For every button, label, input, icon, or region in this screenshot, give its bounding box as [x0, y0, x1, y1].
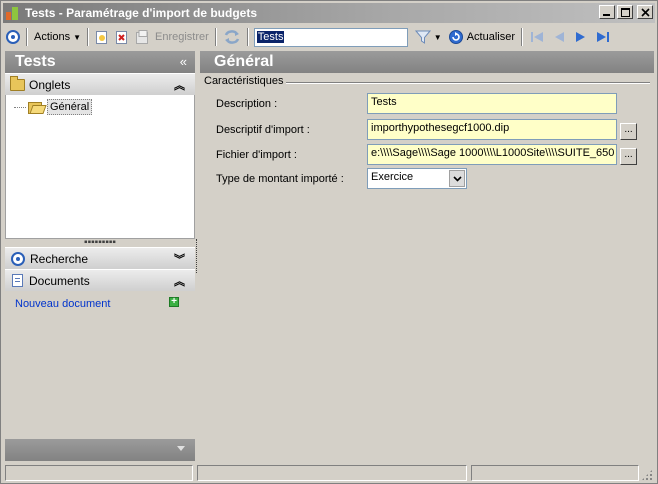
- section-documents-label: Documents: [29, 273, 90, 288]
- chevron-up-icon[interactable]: ︽: [174, 77, 185, 93]
- next-record-button[interactable]: [570, 27, 592, 47]
- detail-pane-title: Général: [214, 53, 274, 70]
- window-controls: [599, 5, 653, 19]
- expand-down-icon: [177, 446, 185, 451]
- status-cell-right: [471, 465, 639, 481]
- section-recherche-label: Recherche: [30, 251, 89, 266]
- toolbar: Actions ▼ Enregistrer Tests ▼ Actualiser: [3, 25, 655, 49]
- amount-type-value: Exercice: [371, 171, 414, 183]
- toolbar-separator: [214, 28, 217, 46]
- documents-panel: Nouveau document +: [5, 291, 195, 433]
- target-circle-icon: [6, 30, 20, 44]
- section-recherche[interactable]: Recherche ︾: [5, 247, 195, 269]
- caret-down-icon: ▼: [73, 32, 81, 42]
- previous-record-button[interactable]: [548, 27, 570, 47]
- import-file-field[interactable]: e:\\\\Sage\\\\Sage 1000\\\\L1000Site\\\\…: [367, 144, 617, 165]
- new-document-link[interactable]: Nouveau document: [15, 298, 110, 310]
- save-button[interactable]: Enregistrer: [132, 26, 212, 48]
- next-record-icon: [576, 32, 586, 42]
- last-record-button[interactable]: [592, 27, 614, 47]
- app-logo-icon: [5, 5, 21, 21]
- characteristics-group-title: Caractéristiques: [204, 75, 287, 87]
- open-folder-icon: [28, 101, 44, 114]
- tree-item-general-label: Général: [47, 99, 93, 115]
- detail-pane: Général Caractéristiques Description : T…: [200, 51, 654, 461]
- chevron-up-icon[interactable]: ︽: [174, 273, 185, 289]
- close-button[interactable]: [637, 5, 653, 19]
- maximize-button[interactable]: [617, 5, 633, 19]
- left-navigation-pane: Tests « Onglets ︽ Général ▪▪▪▪▪▪▪▪▪ Rech…: [5, 51, 195, 461]
- search-target-icon: [11, 251, 25, 266]
- sync-button[interactable]: [220, 26, 244, 48]
- refresh-label: Actualiser: [466, 31, 516, 43]
- filter-funnel-icon: [414, 30, 431, 44]
- title-bar: Tests - Paramétrage d'import de budgets: [3, 3, 655, 23]
- filter-button[interactable]: ▼: [412, 26, 445, 48]
- chevron-down-icon: [452, 175, 462, 182]
- actions-menu-button[interactable]: Actions ▼: [31, 26, 84, 48]
- delete-button[interactable]: [112, 26, 132, 48]
- left-pane-title: Tests: [15, 53, 56, 70]
- folder-icon: [10, 75, 25, 91]
- status-cell-left: [5, 465, 193, 481]
- collapse-pane-icon[interactable]: «: [180, 54, 187, 69]
- status-cell-middle: [197, 465, 467, 481]
- new-button[interactable]: [92, 26, 112, 48]
- detail-pane-header: Général: [200, 51, 654, 73]
- description-label: Description :: [216, 98, 278, 110]
- section-documents[interactable]: Documents ︽: [5, 269, 195, 291]
- section-onglets-label: Onglets: [29, 77, 71, 92]
- group-divider: [282, 82, 650, 84]
- dropdown-button[interactable]: [449, 170, 465, 187]
- document-icon: [12, 274, 23, 287]
- status-bar: [3, 463, 655, 483]
- tree-item-general[interactable]: Général: [14, 99, 93, 115]
- close-icon: [640, 7, 650, 17]
- chevron-down-icon[interactable]: ︾: [174, 251, 185, 267]
- amount-type-label: Type de montant importé :: [216, 173, 344, 185]
- section-onglets[interactable]: Onglets ︽: [5, 73, 195, 95]
- tabs-tree: Général: [5, 95, 195, 239]
- tree-connector: [14, 106, 26, 108]
- import-file-browse-button[interactable]: ...: [620, 148, 637, 165]
- vertical-splitter[interactable]: [196, 239, 199, 273]
- minimize-icon: [603, 14, 610, 16]
- description-field[interactable]: Tests: [367, 93, 617, 114]
- left-pane-footer[interactable]: [5, 439, 195, 461]
- import-descriptor-browse-button[interactable]: ...: [620, 123, 637, 140]
- refresh-button[interactable]: Actualiser: [445, 26, 518, 48]
- save-icon: [136, 29, 148, 44]
- application-window: Tests - Paramétrage d'import de budgets …: [0, 0, 658, 484]
- delete-icon: [116, 30, 127, 44]
- add-document-plus-icon[interactable]: +: [169, 297, 179, 307]
- search-input[interactable]: Tests: [256, 31, 285, 43]
- maximize-icon: [620, 7, 630, 17]
- horizontal-splitter[interactable]: ▪▪▪▪▪▪▪▪▪: [5, 238, 195, 248]
- new-document-icon: [96, 30, 107, 44]
- import-descriptor-label: Descriptif d'import :: [216, 124, 310, 136]
- caret-down-icon: ▼: [433, 32, 442, 42]
- toolbar-separator: [87, 28, 89, 46]
- first-record-icon: [531, 32, 544, 42]
- import-descriptor-field[interactable]: importhypothesegcf1000.dip: [367, 119, 617, 140]
- left-pane-header: Tests «: [5, 51, 195, 73]
- toolbar-separator: [521, 28, 524, 46]
- previous-record-icon: [555, 32, 565, 42]
- import-file-label: Fichier d'import :: [216, 149, 297, 161]
- toolbar-separator: [246, 28, 249, 46]
- navigation-target-button[interactable]: [3, 26, 23, 48]
- refresh-icon: [448, 30, 463, 44]
- save-label: Enregistrer: [155, 31, 209, 43]
- first-record-button[interactable]: [526, 27, 548, 47]
- actions-label: Actions: [34, 31, 71, 43]
- minimize-button[interactable]: [599, 5, 615, 19]
- amount-type-select[interactable]: Exercice: [367, 168, 467, 189]
- window-title: Tests - Paramétrage d'import de budgets: [25, 6, 258, 20]
- resize-grip-icon[interactable]: [641, 469, 653, 481]
- last-record-icon: [597, 32, 610, 42]
- toolbar-separator: [26, 28, 28, 46]
- sync-arrows-icon: [224, 30, 239, 44]
- search-input-box[interactable]: Tests: [253, 27, 408, 47]
